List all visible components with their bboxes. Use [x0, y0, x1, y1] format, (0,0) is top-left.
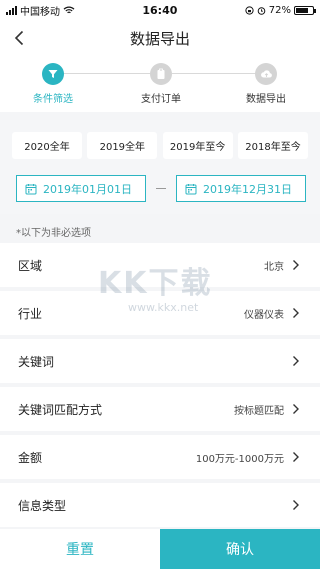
option-row-match-mode[interactable]: 关键词匹配方式 按标题匹配: [0, 387, 320, 431]
battery-icon: [294, 5, 316, 15]
chevron-right-icon: [293, 308, 299, 318]
chevron-right-icon: [293, 404, 299, 414]
option-label: 关键词匹配方式: [18, 402, 103, 417]
option-value: 100万元-1000万元: [195, 453, 284, 465]
nav-bar: 数据导出: [0, 20, 320, 57]
confirm-button[interactable]: 确认: [160, 529, 320, 569]
date-separator: [156, 188, 166, 189]
option-label: 关键词: [18, 354, 55, 369]
time-filter-section: 2020全年 2019全年 2019年至今 2018年至今 2019年01月01…: [0, 120, 320, 214]
step-order: 支付订单: [119, 63, 203, 105]
chevron-right-icon: [293, 260, 299, 270]
filter-icon: [42, 63, 64, 85]
signal-icon: [6, 5, 17, 15]
option-row-keyword[interactable]: 关键词: [0, 339, 320, 383]
alarm-icon: [257, 6, 266, 15]
reset-button[interactable]: 重置: [0, 529, 160, 569]
status-time: 16:40: [142, 3, 178, 17]
calendar-icon: [25, 183, 37, 194]
option-label: 信息类型: [18, 498, 67, 513]
start-date-picker[interactable]: 2019年01月01日: [16, 175, 146, 202]
footer-bar: 重置 确认: [0, 529, 320, 569]
option-value: 仪器仪表: [244, 309, 284, 321]
step-filter: 条件筛选: [11, 63, 95, 105]
step-label: 数据导出: [246, 94, 286, 105]
year-filter-row: 2020全年 2019全年 2019年至今 2018年至今: [12, 132, 308, 159]
start-date: 2019年01月01日: [43, 182, 132, 196]
calendar-icon: [185, 183, 197, 194]
wifi-icon: [63, 6, 75, 13]
end-date-picker[interactable]: 2019年12月31日: [176, 175, 306, 202]
option-label: 行业: [18, 306, 43, 321]
option-value: 北京: [264, 261, 284, 273]
option-value: 按标题匹配: [234, 405, 284, 417]
year-filter-button[interactable]: 2020全年: [12, 132, 82, 159]
chevron-right-icon: [293, 356, 299, 366]
lock-rotation-icon: [245, 5, 254, 15]
option-label: 区域: [18, 258, 43, 273]
optional-note: *以下为非必选项: [16, 228, 91, 239]
battery-percent: 72%: [268, 4, 291, 16]
chevron-right-icon: [293, 500, 299, 510]
step-indicator: 条件筛选 支付订单 数据导出: [0, 57, 320, 112]
back-icon[interactable]: [10, 28, 30, 48]
year-filter-button[interactable]: 2019全年: [87, 132, 158, 159]
carrier-label: 中国移动: [20, 6, 60, 18]
page-title: 数据导出: [129, 30, 190, 48]
option-row-info-type[interactable]: 信息类型: [0, 483, 320, 527]
option-label: 金额: [18, 450, 43, 465]
clipboard-icon: [150, 63, 172, 85]
year-filter-button[interactable]: 2018年至今: [237, 132, 308, 159]
option-row-amount[interactable]: 金额 100万元-1000万元: [0, 435, 320, 479]
step-label: 支付订单: [141, 94, 181, 105]
status-bar: 中国移动 16:40 72%: [0, 0, 320, 20]
option-row-region[interactable]: 区域 北京: [0, 243, 320, 287]
date-range-row: 2019年01月01日 2019年12月31日: [16, 175, 306, 202]
step-export: 数据导出: [224, 63, 308, 105]
chevron-right-icon: [293, 452, 299, 462]
cloud-upload-icon: [255, 63, 277, 85]
end-date: 2019年12月31日: [203, 182, 292, 196]
step-label: 条件筛选: [33, 94, 73, 105]
year-filter-button[interactable]: 2019年至今: [162, 132, 233, 159]
option-row-industry[interactable]: 行业 仪器仪表: [0, 291, 320, 335]
